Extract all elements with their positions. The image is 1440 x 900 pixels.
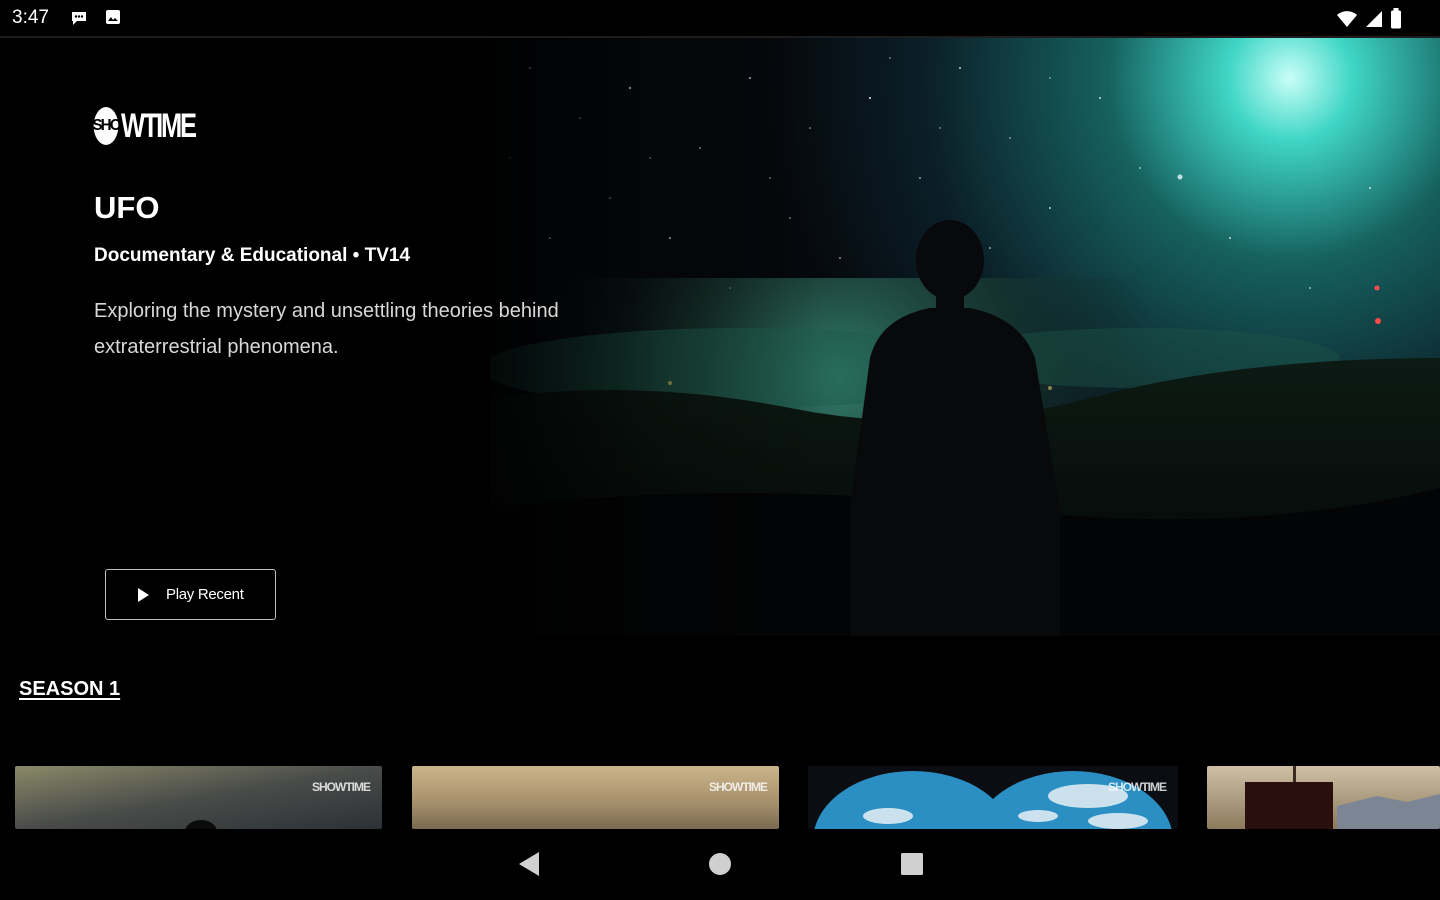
episode-thumbnail[interactable]: SHOWTIME bbox=[15, 766, 382, 829]
thumbnail-logo: SHOWTIME bbox=[1108, 780, 1167, 794]
episode-thumbnail[interactable]: SHOWTIME bbox=[412, 766, 779, 829]
play-icon bbox=[138, 587, 149, 602]
episode-row: SHOWTIME SHOWTIME SHOWTIME bbox=[0, 766, 1440, 829]
status-icons-right bbox=[1336, 8, 1402, 35]
wifi-icon bbox=[1336, 9, 1358, 34]
signal-icon bbox=[1364, 9, 1384, 34]
battery-icon bbox=[1390, 8, 1402, 35]
recents-icon[interactable] bbox=[900, 850, 924, 883]
back-icon[interactable] bbox=[517, 850, 541, 883]
home-icon[interactable] bbox=[708, 850, 732, 883]
screen: 3:47 SHO WTIME UFO Documentary & Educati… bbox=[0, 0, 1440, 900]
chat-icon bbox=[70, 8, 90, 33]
showtime-logo: SHO WTIME bbox=[92, 105, 219, 147]
play-recent-label: Play Recent bbox=[166, 586, 244, 603]
status-icons-left bbox=[70, 8, 122, 33]
photo-icon bbox=[104, 8, 122, 33]
status-time: 3:47 bbox=[12, 7, 49, 28]
thumbnail-logo: SHOWTIME bbox=[312, 780, 371, 794]
logo-circle: SHO bbox=[92, 107, 122, 145]
thumbnail-logo: SHOWTIME bbox=[709, 780, 768, 794]
season-tab[interactable]: SEASON 1 bbox=[19, 678, 120, 701]
logo-wordmark: WTIME bbox=[121, 106, 197, 145]
show-description: Exploring the mystery and unsettling the… bbox=[94, 300, 559, 358]
status-bar: 3:47 bbox=[0, 0, 1440, 38]
show-meta: Documentary & Educational • TV14 bbox=[94, 245, 411, 266]
play-recent-button[interactable]: Play Recent bbox=[105, 569, 276, 620]
navigation-bar bbox=[0, 830, 1440, 900]
show-title: UFO bbox=[94, 190, 160, 225]
episode-thumbnail[interactable]: SHOWTIME bbox=[808, 766, 1178, 829]
episode-thumbnail[interactable] bbox=[1207, 766, 1440, 829]
